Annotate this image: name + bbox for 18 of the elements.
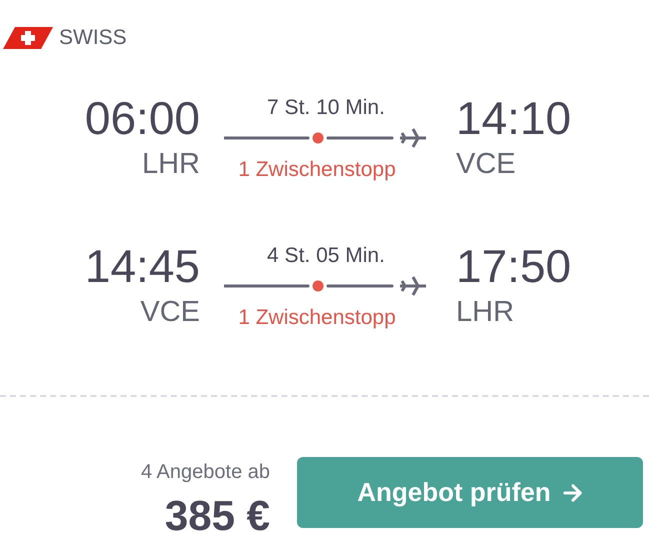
arrow-right-icon (562, 484, 583, 502)
departure-airport: VCE (140, 295, 200, 329)
departure-time: 14:45 (84, 241, 200, 291)
departure-time: 06:00 (84, 93, 200, 143)
flight-duration: 4 St. 05 Min. (267, 244, 385, 268)
departure-airport: LHR (142, 147, 200, 181)
arrival-time: 17:50 (456, 241, 572, 291)
stops-label: 1 Zwischenstopp (238, 306, 396, 330)
arrival-airport: VCE (456, 147, 516, 181)
price: 385 € (164, 492, 270, 540)
stops-label: 1 Zwischenstopp (238, 158, 396, 182)
flight-duration: 7 St. 10 Min. (267, 96, 385, 120)
swiss-flag-logo-icon (3, 27, 53, 49)
arrival-airport: LHR (456, 295, 514, 329)
arrival-time: 14:10 (456, 93, 572, 143)
check-offer-button[interactable]: Angebot prüfen (297, 457, 643, 528)
offers-label: 4 Angebote ab (140, 461, 270, 484)
airline-name: SWISS (59, 26, 127, 50)
